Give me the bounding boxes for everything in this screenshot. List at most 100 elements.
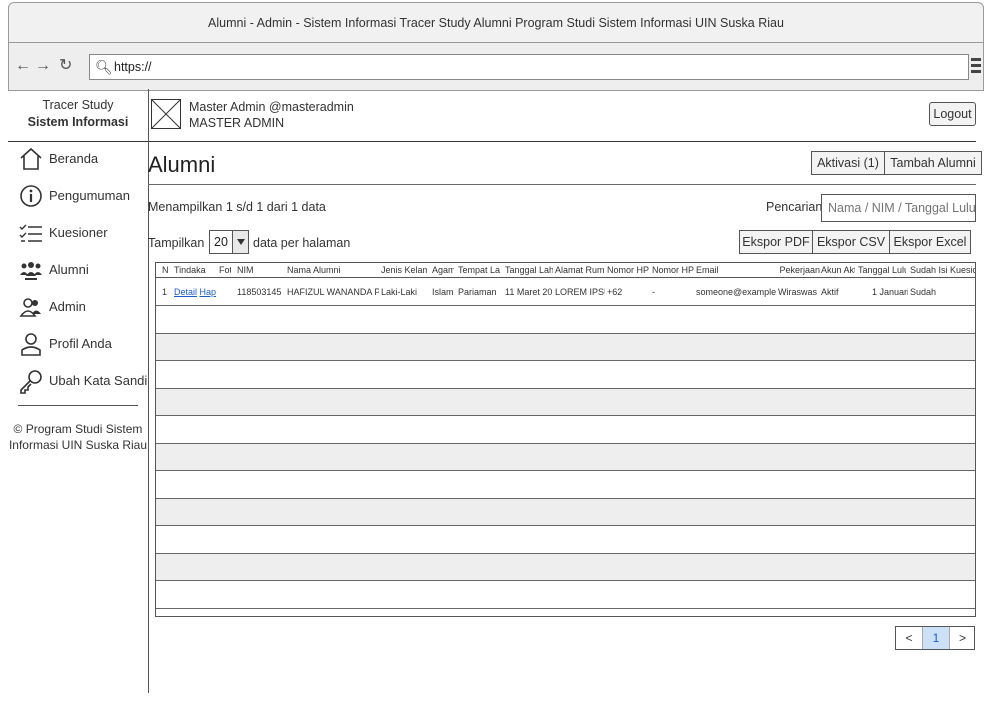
col-header: Pekerjaan [779,265,820,275]
cell-nim: 118503145 [237,287,282,297]
url-bar[interactable]: 🔍︎ https:// [89,54,969,80]
table-row [156,307,975,334]
activation-button[interactable]: Aktivasi (1) [811,151,885,175]
search-label: Pencarian: [766,200,826,214]
sidebar-item-kuesioner[interactable]: Kuesioner [8,216,148,250]
checklist-icon [19,224,42,242]
col-header: Nomor HP [607,265,649,275]
cell-nama: HAFIZUL WANANDA PU [287,287,379,297]
cell-tanggal-lahir: 11 Maret 20 [505,287,553,297]
cell-agama: Islam [432,287,454,297]
sidebar-item-profil[interactable]: Profil Anda [8,327,148,361]
table-row [156,472,975,499]
cell-hp2: - [652,287,655,297]
col-header: NIM [237,265,254,275]
alumni-table: N Tindakan Fot NIM Nama Alumni Jenis Kel… [155,262,976,617]
col-header: Nama Alumni [287,265,341,275]
brand-line2: Sistem Informasi [27,115,129,129]
sidebar-footer: © Program Studi Sistem Informasi UIN Sus… [8,422,148,452]
col-header: Tanggal Lulu [858,265,906,275]
info-icon [20,185,42,207]
brand-line1: Tracer Study [42,98,114,112]
logout-button[interactable]: Logout [929,102,976,126]
sidebar-item-pengumuman[interactable]: Pengumuman [8,179,148,213]
user-name: Master Admin @masteradmin [189,100,354,114]
sidebar-item-admin[interactable]: Admin [8,290,148,324]
sidebar-item-ubah-sandi[interactable]: Ubah Kata Sandi [8,364,148,398]
cell-hp1: +62 [607,287,623,297]
sidebar-item-label: Kuesioner [49,225,108,240]
group-icon [20,262,42,280]
detail-link[interactable]: Detail [174,287,197,297]
col-header: Agam [432,265,454,275]
cell-tanggal-lulus: 1 Januari 20 [872,287,908,297]
col-header: Akun Akt [821,265,855,275]
add-alumni-button[interactable]: Tambah Alumni [884,151,982,175]
cell-no: 1 [162,287,168,297]
menu-icon[interactable] [971,58,981,76]
table-row [156,417,975,444]
col-header: Tanggal Lah [505,265,553,275]
sidebar-item-label: Pengumuman [49,188,130,203]
key-icon [20,370,42,394]
export-csv-button[interactable]: Ekspor CSV [812,230,890,254]
next-page-button[interactable]: > [949,627,975,649]
cell-email: someone@example.c [696,287,776,297]
col-header: N [162,265,169,275]
sidebar-item-label: Ubah Kata Sandi [49,373,148,388]
perpage-value: 20 [214,235,228,249]
perpage-select[interactable]: 20 [209,230,249,254]
export-excel-button[interactable]: Ekspor Excel [889,230,971,254]
table-row [156,582,975,609]
cell-kuesioner: Sudah [910,287,937,297]
sidebar-item-beranda[interactable]: Beranda [8,142,148,176]
sidebar-item-label: Admin [49,299,86,314]
table-row [156,554,975,581]
brand: Tracer Study Sistem Informasi [8,97,148,131]
url-text: https:// [114,60,152,74]
page-1-button[interactable]: 1 [923,627,949,649]
table-row [156,499,975,526]
cell-alamat: LOREM IPSU [555,287,605,297]
page-title: Alumni [148,152,216,177]
sidebar-item-label: Beranda [49,151,99,166]
sidebar-divider [18,405,138,406]
title-divider [148,184,976,185]
user-icon [21,333,41,356]
col-header: Sudah Isi Kuesion [910,265,976,275]
table-row: 1 Detail Hap 118503145 HAFIZUL WANANDA P… [156,279,975,306]
search-input[interactable] [821,194,976,222]
admin-users-icon [19,298,41,317]
col-header: Tindakan [174,265,206,275]
perpage-prefix: Tampilkan [148,236,205,250]
reload-icon[interactable]: ↻ [59,57,72,75]
col-header: Jenis Kelam [381,265,427,275]
cell-pekerjaan: Wiraswas [778,287,818,297]
browser-toolbar: ← → ↻ 🔍︎ https:// [8,42,984,91]
sidebar-border [148,89,149,693]
search-icon: 🔍︎ [95,59,113,75]
prev-page-button[interactable]: < [896,627,923,649]
pagination: < 1 > [895,626,975,650]
result-info: Menampilkan 1 s/d 1 dari 1 data [148,200,326,214]
col-header: Tempat La [458,265,501,275]
table-row [156,362,975,389]
table-row [156,444,975,471]
export-pdf-button[interactable]: Ekspor PDF [739,230,813,254]
forward-icon[interactable]: → [35,57,51,75]
back-icon[interactable]: ← [15,57,31,75]
table-row [156,334,975,361]
window-title: Alumni - Admin - Sistem Informasi Tracer… [8,2,984,42]
delete-link[interactable]: Hap [200,287,217,297]
chevron-down-icon [232,231,248,253]
avatar [151,99,181,129]
sidebar-item-label: Profil Anda [49,336,112,351]
table-header: N Tindakan Fot NIM Nama Alumni Jenis Kel… [156,263,976,278]
cell-tempat-lahir: Pariaman [458,287,497,297]
col-header: Alamat Rum [555,265,604,275]
cell-jenis-kelamin: Laki-Laki [381,287,418,297]
sidebar: Tracer Study Sistem Informasi Beranda Pe… [8,89,148,723]
user-role: MASTER ADMIN [189,116,285,130]
header-divider [149,141,976,142]
sidebar-item-alumni[interactable]: Alumni [8,253,148,287]
